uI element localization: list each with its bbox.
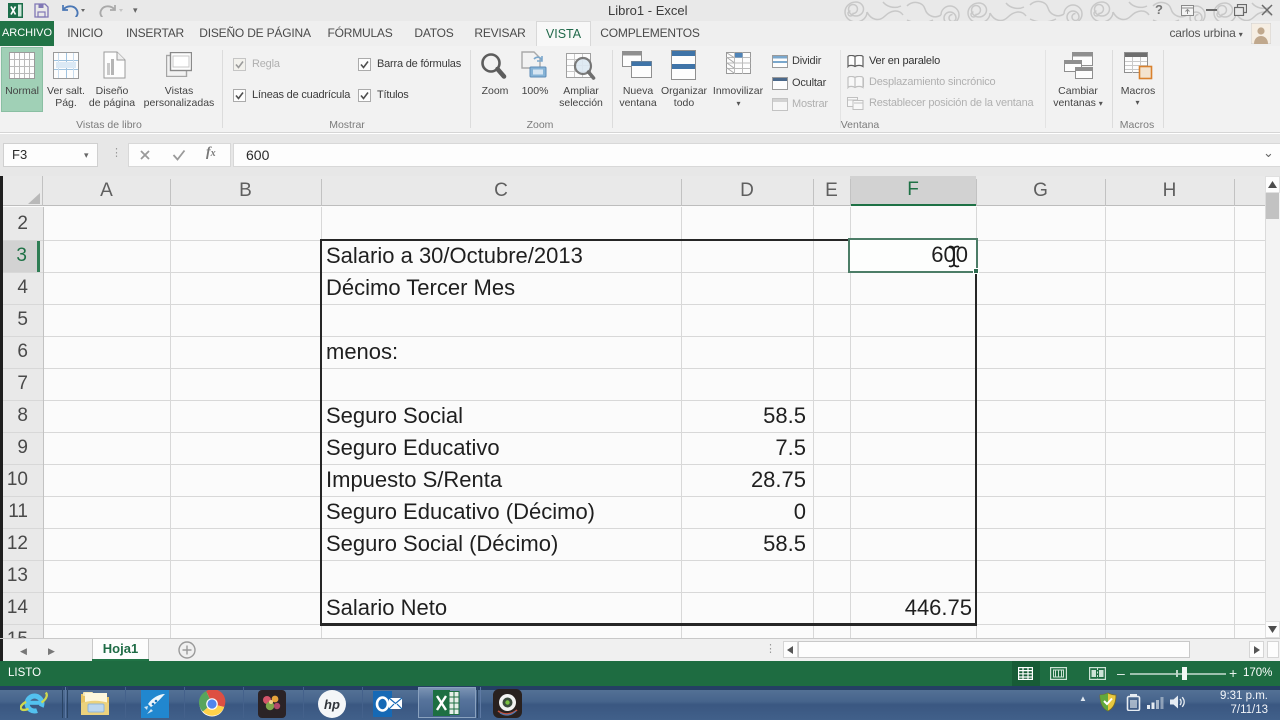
svg-text:hp: hp [324,697,340,712]
